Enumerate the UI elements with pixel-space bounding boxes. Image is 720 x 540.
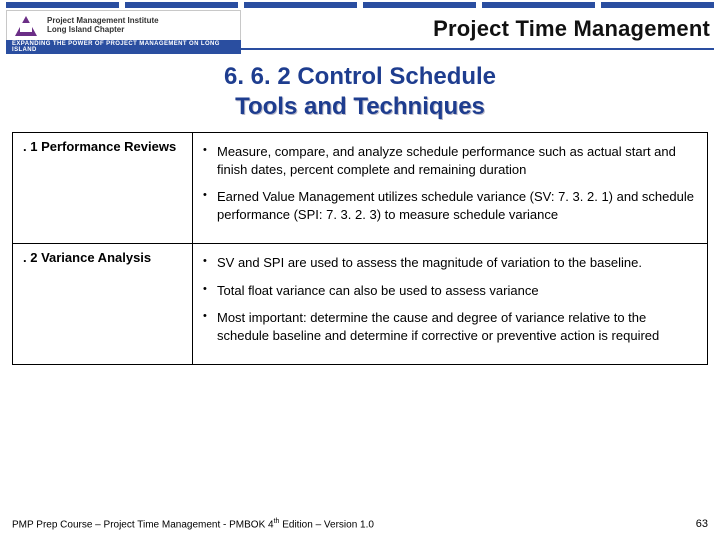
page-title: Project Time Management [433, 16, 710, 42]
content-table: . 1 Performance Reviews Measure, compare… [12, 132, 708, 365]
logo-line2: Long Island Chapter [47, 26, 159, 35]
logo-text: Project Management Institute Long Island… [47, 17, 159, 35]
accent-seg [125, 2, 238, 8]
slide: Project Time Management Project Manageme… [0, 0, 720, 540]
bullet: Earned Value Management utilizes schedul… [203, 188, 697, 223]
footer-prefix: PMP Prep Course – Project Time Managemen… [12, 519, 274, 530]
bullet-list: SV and SPI are used to assess the magnit… [203, 254, 697, 344]
section-subtitle: Tools and Techniques [0, 92, 720, 122]
row-label: . 2 Variance Analysis [13, 244, 193, 365]
footer: PMP Prep Course – Project Time Managemen… [12, 518, 708, 530]
bullet: Total float variance can also be used to… [203, 282, 697, 300]
footer-text: PMP Prep Course – Project Time Managemen… [12, 518, 374, 530]
pmi-triangle-icon [15, 16, 37, 36]
accent-seg [363, 2, 476, 8]
accent-seg [601, 2, 714, 8]
logo-tagline: EXPANDING THE POWER OF PROJECT MANAGEMEN… [6, 40, 241, 54]
logo-top: Project Management Institute Long Island… [6, 10, 241, 40]
bullet: Measure, compare, and analyze schedule p… [203, 143, 697, 178]
table-row: . 2 Variance Analysis SV and SPI are use… [13, 244, 708, 365]
accent-seg [482, 2, 595, 8]
bullet-list: Measure, compare, and analyze schedule p… [203, 143, 697, 223]
bullet: Most important: determine the cause and … [203, 309, 697, 344]
section-number: 6. 6. 2 Control Schedule [0, 62, 720, 92]
accent-seg [244, 2, 357, 8]
pmi-logo: Project Management Institute Long Island… [6, 10, 241, 56]
table-row: . 1 Performance Reviews Measure, compare… [13, 133, 708, 244]
section-heading: 6. 6. 2 Control Schedule Tools and Techn… [0, 62, 720, 122]
accent-seg [6, 2, 119, 8]
footer-suffix: Edition – Version 1.0 [279, 519, 374, 530]
row-label: . 1 Performance Reviews [13, 133, 193, 244]
row-content: Measure, compare, and analyze schedule p… [193, 133, 708, 244]
bullet: SV and SPI are used to assess the magnit… [203, 254, 697, 272]
top-accent-bars [0, 0, 720, 10]
page-number: 63 [696, 518, 708, 530]
row-content: SV and SPI are used to assess the magnit… [193, 244, 708, 365]
